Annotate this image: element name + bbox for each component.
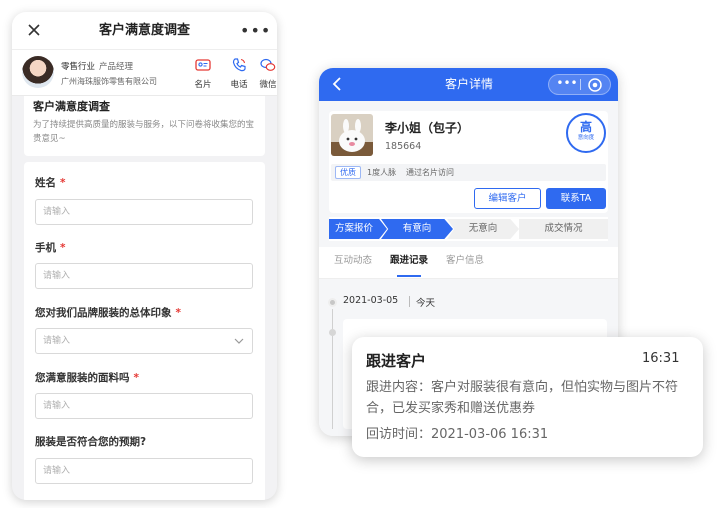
stage-not-interested[interactable]: 无意向 [447, 219, 519, 239]
survey-page-title: 客户满意度调查 [98, 23, 190, 38]
survey-intro-description: 为了持续提供高质量的服装与服务，以下问卷将收集您的宝贵意见~ [33, 120, 255, 144]
fabric-input[interactable]: 请输入 [35, 393, 253, 419]
stage-interested[interactable]: 有意向 [381, 219, 453, 239]
mini-program-capsule: ••• [548, 74, 611, 95]
profile-company: 广州海珠服饰零售有限公司 [61, 77, 157, 86]
card-button-label: 名片 [194, 80, 212, 90]
survey-phone: 客户满意度调查 ••• 零售行业产品经理 广州海珠服饰零售有限公司 名片 电话 [12, 12, 277, 500]
profile-bar: 零售行业 产品经理 广州海珠服饰零售有限公司 名片 电话 微信 [12, 50, 277, 96]
edit-customer-button[interactable]: 编辑客户 [474, 188, 541, 209]
followup-revisit-time: 回访时间：2021-03-06 16:31 [366, 427, 549, 442]
close-icon[interactable] [24, 20, 44, 40]
stage-quotation[interactable]: 方案报价 [329, 219, 387, 239]
wechat-button-label: 微信 [259, 80, 277, 90]
tab-interactions[interactable]: 互动动态 [327, 247, 379, 279]
customer-detail-header: 客户详情 ••• [319, 68, 618, 101]
tab-customer-info[interactable]: 客户信息 [439, 247, 491, 279]
wechat-button[interactable]: 微信 [254, 56, 277, 92]
intent-label: 意向度 [577, 135, 595, 141]
more-icon[interactable]: ••• [240, 21, 270, 41]
timeline-day: 今天 [416, 298, 436, 309]
phone-button[interactable]: 电话 [225, 56, 253, 92]
profile-role: 产品经理 [99, 62, 134, 72]
impression-select[interactable]: 请输入 [35, 328, 253, 354]
phone-input[interactable]: 请输入 [35, 263, 253, 289]
customer-avatar [331, 114, 373, 156]
survey-intro-card: 客户满意度调查 为了持续提供高质量的服装与服务，以下问卷将收集您的宝贵意见~ [24, 96, 265, 156]
followup-title: 跟进客户 [366, 352, 427, 370]
impression-select-value: 请输入 [43, 336, 71, 346]
followup-record-card[interactable]: 跟进客户 16:31 跟进内容：客户对服装很有意向，但怕实物与图片不符合，已发买… [352, 337, 703, 457]
field-label-name: 姓名 * [35, 177, 66, 189]
chevron-down-icon [234, 338, 244, 344]
avatar [22, 56, 54, 88]
timeline-date: 2021-03-05 [343, 295, 399, 306]
back-icon[interactable] [329, 76, 345, 92]
customer-phone: 185664 [385, 141, 422, 152]
more-icon[interactable]: ••• [555, 75, 579, 94]
field-label-phone: 手机 * [35, 242, 66, 254]
capsule-divider [580, 79, 581, 90]
business-card-icon [195, 59, 211, 71]
survey-title-bar: 客户满意度调查 ••• [12, 12, 277, 50]
profile-industry: 零售行业 [61, 62, 96, 72]
detail-tabs: 互动动态 跟进记录 客户信息 [319, 247, 618, 279]
required-mark: * [60, 177, 66, 189]
survey-form: 姓名 * 请输入 手机 * 请输入 您对我们品牌服装的总体印象 * 请输入 您满意服装… [24, 162, 265, 500]
name-input[interactable]: 请输入 [35, 199, 253, 225]
quality-tag: 优质 [335, 166, 361, 179]
card-button[interactable]: 名片 [189, 56, 217, 92]
access-source: 通过名片访问 [406, 168, 454, 177]
customer-detail-title: 客户详情 [444, 77, 493, 91]
timeline-separator [409, 296, 410, 307]
intent-level: 高 [579, 120, 592, 134]
contact-button[interactable]: 联系TA [546, 188, 606, 209]
followup-time: 16:31 [642, 351, 680, 366]
field-label-fabric: 您满意服装的面料吗 * [35, 372, 140, 384]
field-label-expectation: 服装是否符合您的预期? [35, 436, 147, 448]
required-mark: * [60, 242, 66, 254]
sales-stage-bar: 方案报价 有意向 无意向 成交情况 [329, 217, 608, 241]
profile-industry-role: 零售行业 产品经理 [61, 60, 133, 72]
connection-degree: 1度人脉 [367, 168, 397, 177]
expectation-input[interactable]: 请输入 [35, 458, 253, 484]
customer-card: 李小姐（包子） 185664 高 意向度 优质 1度人脉 通过名片访问 编辑客户… [329, 111, 608, 213]
wechat-icon [260, 58, 276, 71]
customer-tags: 优质 1度人脉 通过名片访问 [331, 164, 606, 181]
active-tab-indicator [397, 275, 421, 277]
customer-name: 李小姐（包子） [385, 121, 470, 135]
required-mark: * [175, 307, 182, 319]
timeline-line [332, 309, 333, 429]
required-mark: * [133, 372, 140, 384]
intent-badge: 高 意向度 [566, 113, 606, 153]
close-target-icon[interactable] [587, 77, 603, 93]
phone-icon [232, 58, 246, 72]
followup-content: 跟进内容：客户对服装很有意向，但怕实物与图片不符合，已发买家秀和赠送优惠券 [366, 380, 679, 416]
stage-deal-status[interactable]: 成交情况 [519, 219, 608, 239]
field-label-impression: 您对我们品牌服装的总体印象 * [35, 307, 182, 319]
survey-intro-title: 客户满意度调查 [33, 100, 110, 113]
timeline-dot [328, 298, 337, 307]
timeline-dot [329, 329, 336, 336]
